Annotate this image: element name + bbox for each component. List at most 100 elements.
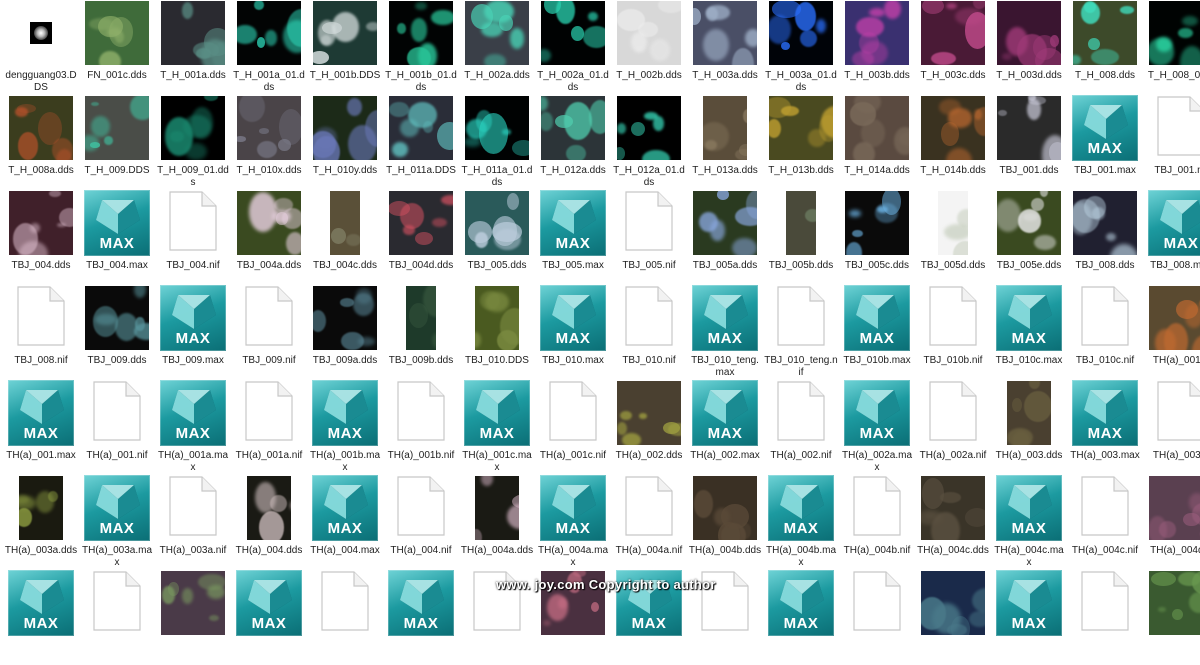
- file-item[interactable]: TBJ_004c.dds: [307, 190, 383, 285]
- file-item[interactable]: TBJ_009a.dds: [307, 285, 383, 380]
- file-item[interactable]: TBJ_005.dds: [459, 190, 535, 285]
- file-item[interactable]: MAXTH(a)_003.max: [1067, 380, 1143, 475]
- file-item[interactable]: TH(a)_004.dds: [231, 475, 307, 570]
- file-item[interactable]: T_H_001b_01.dds: [383, 0, 459, 95]
- file-item[interactable]: TBJ_010_teng.nif: [763, 285, 839, 380]
- file-item[interactable]: TH(a)_002a.nif: [915, 380, 991, 475]
- file-item[interactable]: MAXTBJ_010.max: [535, 285, 611, 380]
- file-item[interactable]: TBJ_009b.dds: [383, 285, 459, 380]
- file-item[interactable]: TBJ_005b.dds: [763, 190, 839, 285]
- file-item[interactable]: TBJ_009.nif: [231, 285, 307, 380]
- file-item[interactable]: TBJ_004.nif: [155, 190, 231, 285]
- file-item[interactable]: MAXTBJ_010b.max: [839, 285, 915, 380]
- file-item[interactable]: MAXTBJ_008.max: [1143, 190, 1200, 285]
- file-item[interactable]: T_H_014a.dds: [839, 95, 915, 190]
- file-item[interactable]: TH(a)_004.nif: [383, 475, 459, 570]
- file-item[interactable]: MAXTH(a)_004.max: [307, 475, 383, 570]
- file-item[interactable]: [1143, 570, 1200, 665]
- file-item[interactable]: MAXTBJ_004.max: [79, 190, 155, 285]
- file-item[interactable]: T_H_002a_01.dds: [535, 0, 611, 95]
- file-item[interactable]: [1067, 570, 1143, 665]
- file-item[interactable]: T_H_001a_01.dds: [231, 0, 307, 95]
- file-item[interactable]: T_H_010y.dds: [307, 95, 383, 190]
- file-item[interactable]: TH(a)_003.dds: [991, 380, 1067, 475]
- file-item[interactable]: T_H_002b.dds: [611, 0, 687, 95]
- file-item[interactable]: TBJ_010.nif: [611, 285, 687, 380]
- file-item[interactable]: [307, 570, 383, 665]
- file-item[interactable]: TBJ_010.DDS: [459, 285, 535, 380]
- file-item[interactable]: T_H_011a.DDS: [383, 95, 459, 190]
- file-item[interactable]: T_H_012a.dds: [535, 95, 611, 190]
- file-item[interactable]: T_H_009_01.dds: [155, 95, 231, 190]
- file-item[interactable]: dengguang03.DDS: [3, 0, 79, 95]
- file-item[interactable]: MAX: [763, 570, 839, 665]
- file-item[interactable]: MAXTH(a)_003a.max: [79, 475, 155, 570]
- file-item[interactable]: T_H_013b.dds: [763, 95, 839, 190]
- file-item[interactable]: [915, 570, 991, 665]
- file-item[interactable]: TBJ_009.dds: [79, 285, 155, 380]
- file-item[interactable]: TBJ_004a.dds: [231, 190, 307, 285]
- file-item[interactable]: T_H_008_01.d: [1143, 0, 1200, 95]
- file-item[interactable]: TBJ_008.nif: [3, 285, 79, 380]
- file-item[interactable]: MAXTH(a)_004b.max: [763, 475, 839, 570]
- file-item[interactable]: TH(a)_004b.dds: [687, 475, 763, 570]
- file-item[interactable]: T_H_012a_01.dds: [611, 95, 687, 190]
- file-item[interactable]: MAX: [383, 570, 459, 665]
- file-item[interactable]: TH(a)_004a.nif: [611, 475, 687, 570]
- file-item[interactable]: TH(a)_002.nif: [763, 380, 839, 475]
- file-item[interactable]: T_H_003b.dds: [839, 0, 915, 95]
- file-item[interactable]: TH(a)_003.n: [1143, 380, 1200, 475]
- file-item[interactable]: MAXTH(a)_001c.max: [459, 380, 535, 475]
- file-item[interactable]: FN_001c.dds: [79, 0, 155, 95]
- file-item[interactable]: MAXTBJ_001.max: [1067, 95, 1143, 190]
- file-item[interactable]: T_H_009.DDS: [79, 95, 155, 190]
- file-item[interactable]: MAXTBJ_010c.max: [991, 285, 1067, 380]
- file-item[interactable]: TBJ_010b.nif: [915, 285, 991, 380]
- file-item[interactable]: TBJ_005c.dds: [839, 190, 915, 285]
- file-item[interactable]: [79, 570, 155, 665]
- file-item[interactable]: T_H_002a.dds: [459, 0, 535, 95]
- file-item[interactable]: T_H_008.dds: [1067, 0, 1143, 95]
- file-item[interactable]: TH(a)_001b.nif: [383, 380, 459, 475]
- file-item[interactable]: MAXTBJ_009.max: [155, 285, 231, 380]
- file-item[interactable]: MAXTH(a)_001a.max: [155, 380, 231, 475]
- file-item[interactable]: T_H_003d.dds: [991, 0, 1067, 95]
- file-item[interactable]: [155, 570, 231, 665]
- file-item[interactable]: TBJ_008.dds: [1067, 190, 1143, 285]
- file-item[interactable]: TH(a)_001a.nif: [231, 380, 307, 475]
- file-item[interactable]: TBJ_005.nif: [611, 190, 687, 285]
- file-item[interactable]: MAX: [991, 570, 1067, 665]
- file-item[interactable]: T_H_014b.dds: [915, 95, 991, 190]
- file-item[interactable]: TH(a)_001c.nif: [535, 380, 611, 475]
- file-item[interactable]: TBJ_005e.dds: [991, 190, 1067, 285]
- file-item[interactable]: TH(a)_004b.nif: [839, 475, 915, 570]
- file-item[interactable]: T_H_003c.dds: [915, 0, 991, 95]
- file-item[interactable]: T_H_011a_01.dds: [459, 95, 535, 190]
- file-item[interactable]: TBJ_010c.nif: [1067, 285, 1143, 380]
- file-item[interactable]: MAXTH(a)_001.max: [3, 380, 79, 475]
- file-item[interactable]: T_H_010x.dds: [231, 95, 307, 190]
- file-item[interactable]: MAX: [3, 570, 79, 665]
- file-item[interactable]: T_H_001a.dds: [155, 0, 231, 95]
- file-item[interactable]: MAXTH(a)_004c.max: [991, 475, 1067, 570]
- file-item[interactable]: T_H_001b.DDS: [307, 0, 383, 95]
- file-item[interactable]: TBJ_001.nif: [1143, 95, 1200, 190]
- file-item[interactable]: TH(a)_001.d: [1143, 285, 1200, 380]
- file-item[interactable]: TH(a)_004a.dds: [459, 475, 535, 570]
- file-item[interactable]: MAXTH(a)_002.max: [687, 380, 763, 475]
- file-item[interactable]: TH(a)_004d.d: [1143, 475, 1200, 570]
- file-item[interactable]: MAXTH(a)_002a.max: [839, 380, 915, 475]
- file-item[interactable]: TH(a)_002.dds: [611, 380, 687, 475]
- file-item[interactable]: TH(a)_003a.dds: [3, 475, 79, 570]
- file-item[interactable]: MAX: [231, 570, 307, 665]
- file-item[interactable]: TH(a)_001.nif: [79, 380, 155, 475]
- file-item[interactable]: TBJ_005a.dds: [687, 190, 763, 285]
- file-item[interactable]: TBJ_004.dds: [3, 190, 79, 285]
- file-item[interactable]: MAXTH(a)_001b.max: [307, 380, 383, 475]
- file-item[interactable]: T_H_003a_01.dds: [763, 0, 839, 95]
- file-item[interactable]: TH(a)_004c.dds: [915, 475, 991, 570]
- file-item[interactable]: TBJ_005d.dds: [915, 190, 991, 285]
- file-item[interactable]: T_H_008a.dds: [3, 95, 79, 190]
- file-item[interactable]: MAXTH(a)_004a.max: [535, 475, 611, 570]
- file-item[interactable]: TBJ_001.dds: [991, 95, 1067, 190]
